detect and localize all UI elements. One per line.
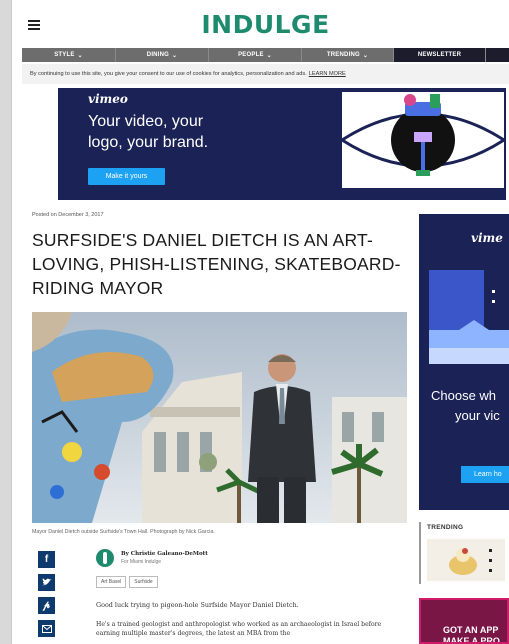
nav-item-dining[interactable]: DINING ⌄ xyxy=(116,48,209,62)
site-logo[interactable]: INDULGE xyxy=(22,10,509,39)
tag-surfside[interactable]: Surfside xyxy=(129,576,158,588)
main-nav: STYLE ⌄ DINING ⌄ PEOPLE ⌄ TRENDING ⌄ NEWSLET… xyxy=(22,48,509,62)
nav-item-trending[interactable]: TRENDING ⌄ xyxy=(302,48,394,62)
cookie-notice: By continuing to use this site, you give… xyxy=(22,64,509,84)
app-ad-line: GOT AN APP xyxy=(443,625,499,635)
learn-how-button[interactable]: Learn ho xyxy=(461,466,509,483)
twitter-icon[interactable] xyxy=(38,574,55,591)
cookie-text: By continuing to use this site, you give… xyxy=(30,71,307,77)
chevron-down-icon: ⌄ xyxy=(77,52,83,59)
app-ad-line: MAKE A PRO xyxy=(443,636,500,644)
vimeo-logo: vimeo xyxy=(88,92,128,106)
vimeo-logo: vime xyxy=(471,231,503,245)
article-headline: SURFSIDE'S DANIEL DIETCH IS AN ART-LOVIN… xyxy=(32,230,401,298)
nav-item-newsletter[interactable]: NEWSLETTER xyxy=(394,48,486,62)
chevron-down-icon: ⌄ xyxy=(171,52,178,59)
ad-tagline: Your video, your logo, your brand. xyxy=(88,113,209,151)
chevron-down-icon: ⌄ xyxy=(266,52,272,59)
nav-item-style[interactable]: STYLE ⌄ xyxy=(22,48,116,62)
article-paragraph: He's a trained geologist and anthropolog… xyxy=(96,621,382,637)
post-date: Posted on December 3, 2017 xyxy=(32,212,104,218)
email-icon[interactable] xyxy=(38,620,55,637)
tag-art-basel[interactable]: Art Basel xyxy=(96,576,127,588)
learn-more-link[interactable]: LEARN MORE xyxy=(309,71,346,77)
ad-eye-illustration xyxy=(342,92,504,188)
browser-left-edge xyxy=(0,0,12,644)
article-tags: Art Basel Surfside xyxy=(96,576,161,588)
vimeo-banner-ad[interactable]: vimeo Your video, your logo, your brand.… xyxy=(58,88,506,200)
nav-item-people[interactable]: PEOPLE ⌄ xyxy=(209,48,302,62)
article-paragraph: Good luck trying to pigeon-hole Surfside… xyxy=(96,601,299,609)
vimeo-sidebar-ad[interactable]: vime Choose wh your vic Learn ho xyxy=(419,214,509,510)
author-name[interactable]: By Christie Galeano-DeMott xyxy=(121,551,208,557)
social-share-bar: f 𝓅 xyxy=(38,551,55,643)
nav-item-overflow xyxy=(486,48,509,62)
app-promo-ad[interactable]: GOT AN APP MAKE A PRO xyxy=(419,598,509,644)
trending-heading: TRENDING xyxy=(427,524,464,531)
pinterest-icon[interactable]: 𝓅 xyxy=(38,597,55,614)
facebook-icon[interactable]: f xyxy=(38,551,55,568)
trending-divider xyxy=(419,522,421,584)
photo-caption: Mayor Daniel Dietch outside Surfside's T… xyxy=(32,529,215,535)
ad-illustration xyxy=(429,270,509,364)
chevron-down-icon: ⌄ xyxy=(362,52,369,59)
author-org: For Miami Indulge xyxy=(121,559,162,565)
hero-photo xyxy=(32,312,407,523)
make-it-yours-button[interactable]: Make it yours xyxy=(88,168,165,185)
trending-item-thumbnail[interactable] xyxy=(427,539,505,581)
ad-copy: Choose wh your vic xyxy=(431,388,500,423)
site-header: INDULGE xyxy=(22,0,509,46)
author-avatar xyxy=(96,549,114,567)
